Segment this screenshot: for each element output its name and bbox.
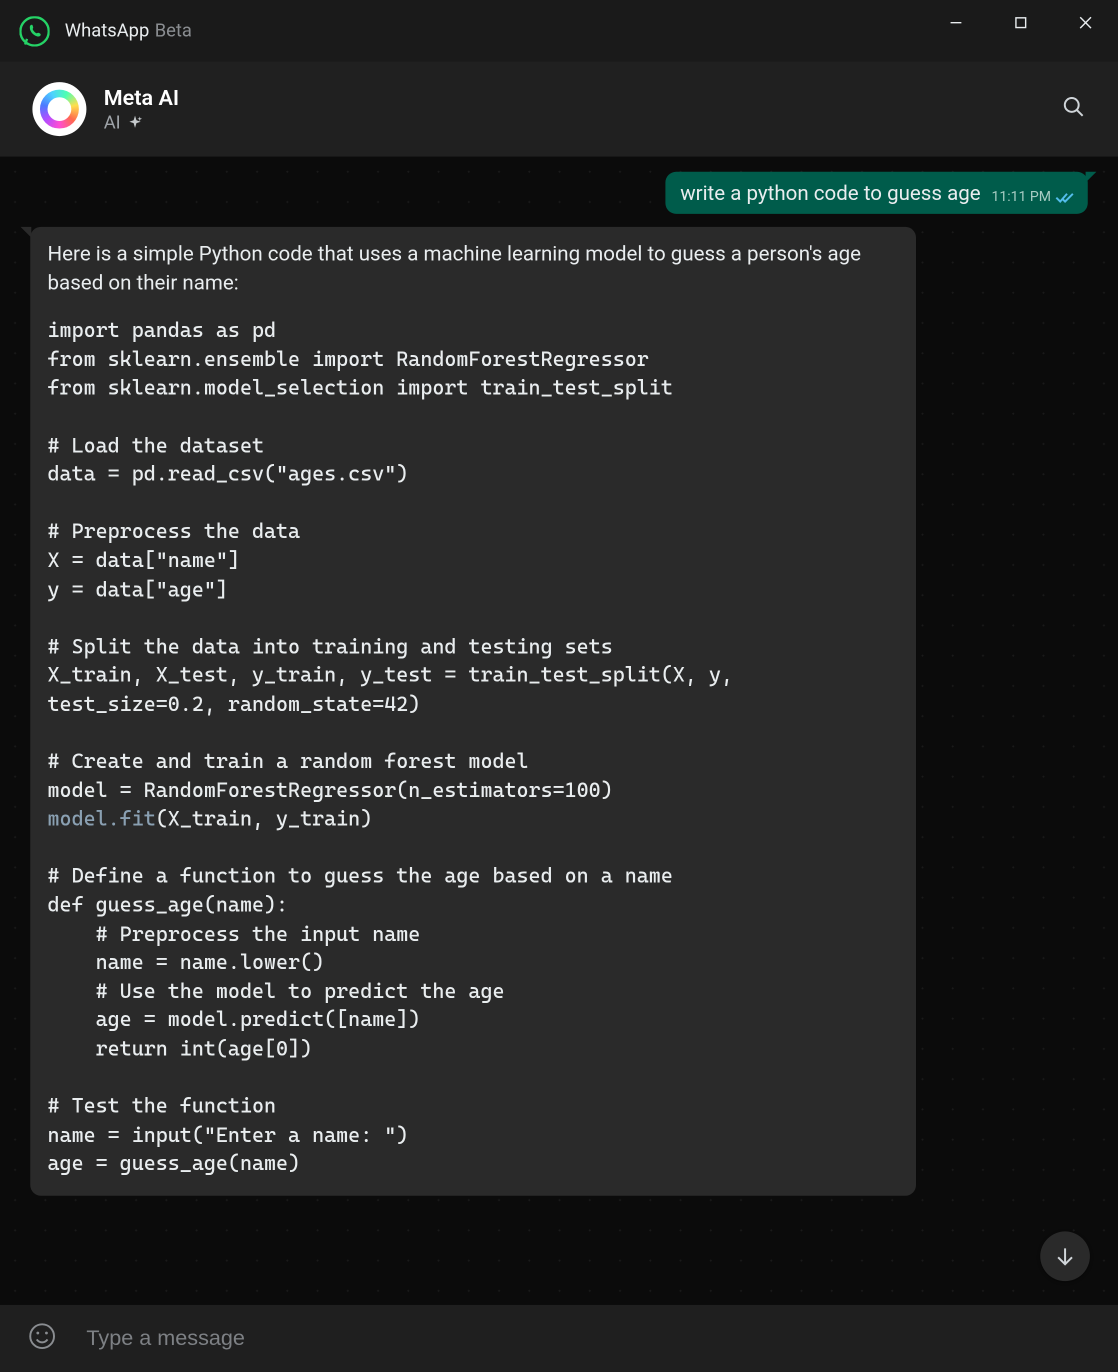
sparkle-icon <box>127 116 142 131</box>
outgoing-message-time: 11:11 PM <box>991 189 1051 205</box>
code-block: import pandas as pd from sklearn.ensembl… <box>48 317 899 1179</box>
chat-scroll-area[interactable]: write a python code to guess age 11:11 P… <box>0 157 1118 1305</box>
read-ticks-icon <box>1055 190 1074 205</box>
maximize-button[interactable] <box>988 0 1053 45</box>
contact-avatar <box>32 82 86 136</box>
emoji-icon <box>28 1322 56 1350</box>
incoming-message-intro: Here is a simple Python code that uses a… <box>48 240 899 297</box>
minimize-button[interactable] <box>924 0 989 45</box>
message-input[interactable] <box>86 1326 1090 1351</box>
app-name: WhatsApp <box>65 20 149 42</box>
contact-info[interactable]: Meta AI AI <box>32 82 179 136</box>
search-button[interactable] <box>1062 95 1086 123</box>
chat-header: Meta AI AI <box>0 62 1118 157</box>
app-beta-label: Beta <box>155 20 192 42</box>
message-input-bar <box>0 1305 1118 1372</box>
search-icon <box>1062 95 1086 119</box>
arrow-down-icon <box>1053 1244 1077 1268</box>
incoming-message[interactable]: Here is a simple Python code that uses a… <box>30 227 916 1196</box>
contact-subtitle: AI <box>104 112 179 134</box>
contact-name: Meta AI <box>104 84 179 110</box>
emoji-button[interactable] <box>28 1322 56 1354</box>
outgoing-message-text: write a python code to guess age <box>680 180 980 205</box>
close-button[interactable] <box>1053 0 1118 45</box>
title-bar: WhatsApp Beta <box>0 0 1118 62</box>
outgoing-message[interactable]: write a python code to guess age 11:11 P… <box>665 172 1088 214</box>
scroll-to-bottom-button[interactable] <box>1040 1231 1090 1281</box>
whatsapp-logo-icon <box>19 16 49 46</box>
